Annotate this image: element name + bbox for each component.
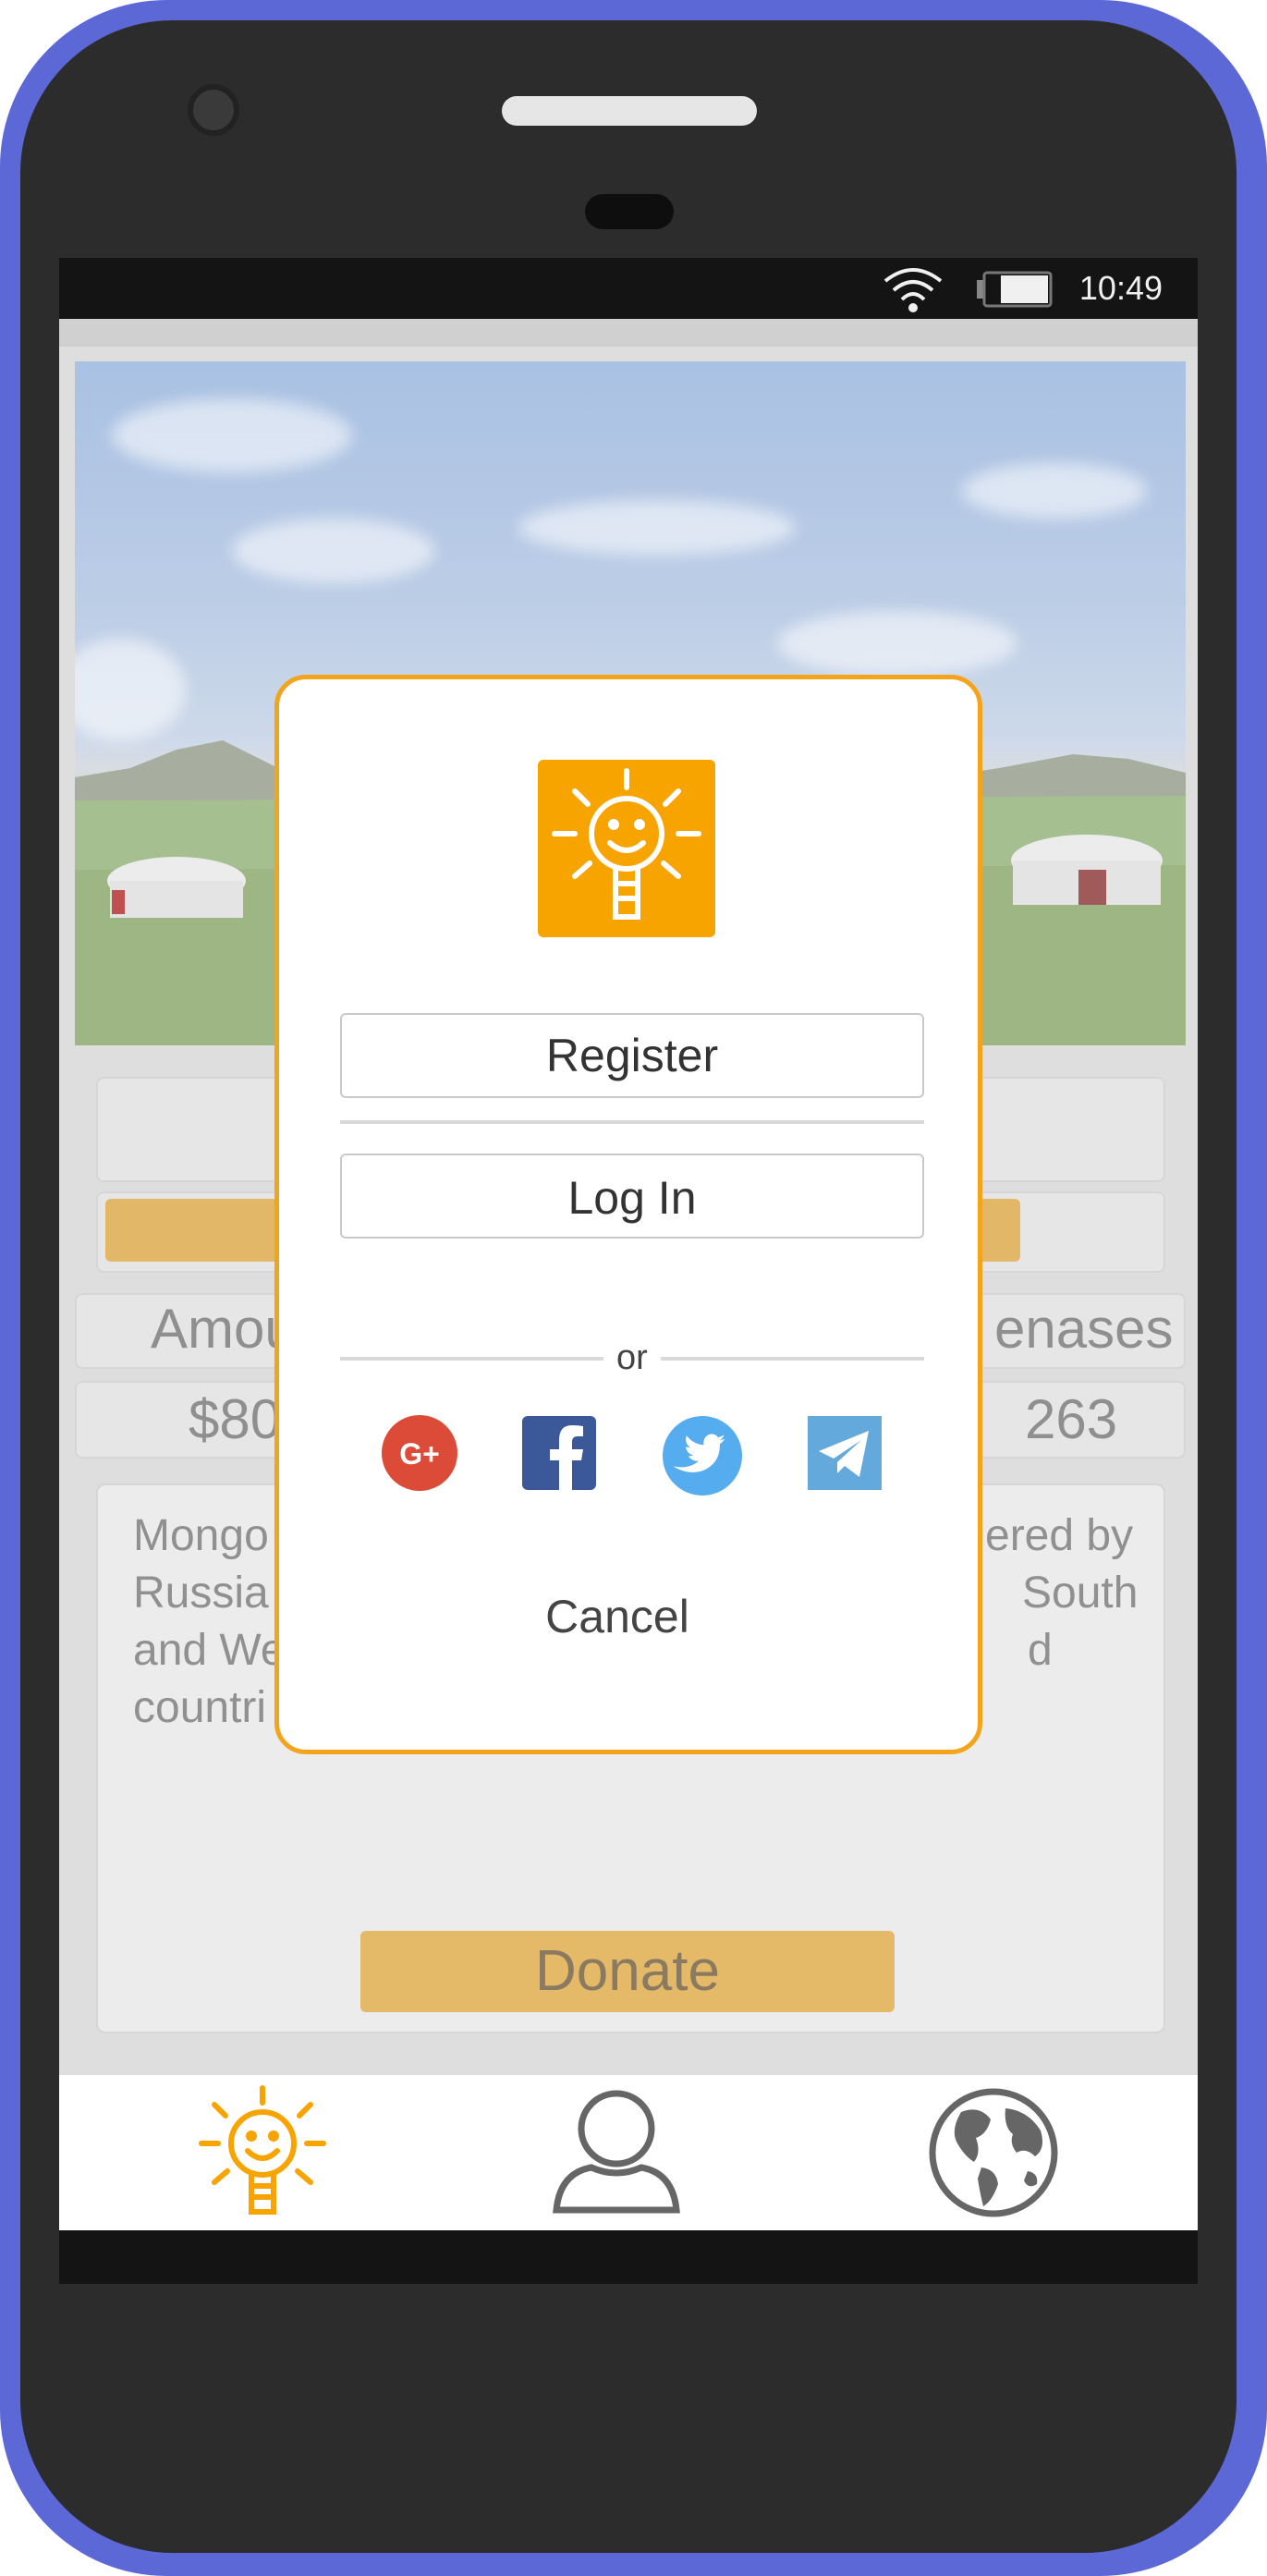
facebook-icon xyxy=(522,1416,596,1490)
app-logo xyxy=(538,760,715,937)
status-time: 10:49 xyxy=(1078,269,1163,307)
login-button[interactable]: Log In xyxy=(340,1154,924,1239)
sun-bulb-logo-icon xyxy=(552,768,701,920)
facebook-button[interactable] xyxy=(522,1416,596,1490)
description-left-line-1: Mongo xyxy=(133,1511,269,1560)
cancel-button[interactable]: Cancel xyxy=(525,1590,710,1651)
status-divider xyxy=(59,319,1198,347)
front-camera xyxy=(188,84,239,136)
or-divider-right xyxy=(661,1357,924,1361)
earpiece-speaker xyxy=(502,96,757,126)
twitter-button[interactable] xyxy=(662,1415,743,1496)
description-left-line-3: and We xyxy=(133,1626,286,1675)
power-button xyxy=(1244,987,1267,1311)
description-right-line-1: ered by xyxy=(985,1511,1134,1560)
donate-button[interactable]: Donate xyxy=(360,1931,895,2012)
telegram-icon xyxy=(808,1416,882,1490)
system-nav-strip xyxy=(59,2230,1198,2284)
amount-value: $80 xyxy=(189,1388,282,1450)
person-icon xyxy=(553,2090,680,2214)
telegram-button[interactable] xyxy=(808,1416,882,1490)
twitter-icon xyxy=(663,1416,742,1496)
description-right-line-2: South xyxy=(1022,1569,1139,1618)
or-label: or xyxy=(616,1338,648,1377)
volume-button xyxy=(1244,621,1267,786)
proximity-sensor xyxy=(585,194,674,229)
description-left-line-2: Russia xyxy=(133,1569,269,1618)
google-plus-button[interactable]: G+ xyxy=(381,1414,458,1492)
globe-icon xyxy=(929,2088,1058,2217)
status-bar: 10:49 xyxy=(59,258,1198,319)
description-right-line-3: d xyxy=(1028,1626,1053,1675)
register-button[interactable]: Register xyxy=(340,1013,924,1098)
nav-world[interactable] xyxy=(924,2082,1063,2223)
battery-icon xyxy=(977,271,1053,308)
bottom-navigation xyxy=(59,2075,1198,2230)
nav-profile[interactable] xyxy=(547,2082,686,2223)
buttons-divider xyxy=(340,1120,924,1124)
wifi-icon xyxy=(883,268,943,312)
right-stat-label: enases xyxy=(994,1298,1174,1360)
right-stat-value: 263 xyxy=(1025,1388,1118,1450)
sun-bulb-icon xyxy=(199,2085,326,2215)
google-plus-icon: G+ xyxy=(382,1415,457,1491)
or-divider-left xyxy=(340,1357,603,1361)
description-left-line-4: countri xyxy=(133,1683,267,1732)
nav-home[interactable] xyxy=(189,2082,336,2223)
svg-text:G+: G+ xyxy=(399,1437,440,1471)
